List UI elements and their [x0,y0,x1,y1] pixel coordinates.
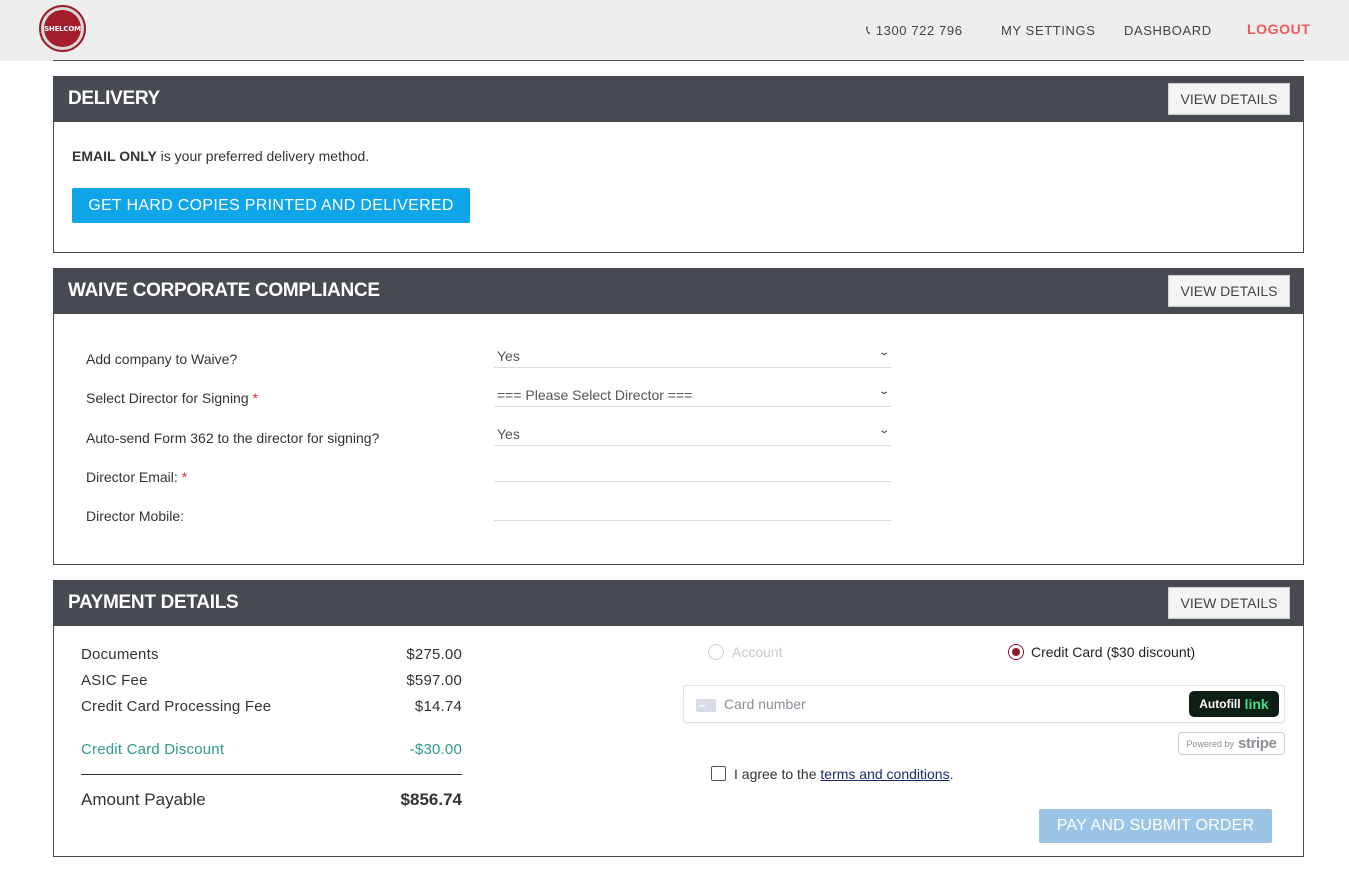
nav-dashboard[interactable]: DASHBOARD [1124,0,1212,61]
delivery-title: DELIVERY [68,88,160,109]
account-radio-label[interactable]: Account [732,644,783,660]
amount-payable-label: Amount Payable [81,790,206,809]
fee-amount: $597.00 [406,672,462,689]
director-mobile-label: Director Mobile: [86,508,185,524]
agree-prefix: I agree to the [734,766,821,782]
discount-label: Credit Card Discount [81,741,225,758]
logo-text: SHELCOM [44,24,81,33]
payment-title: PAYMENT DETAILS [68,592,239,613]
delivery-method-suffix: is your preferred delivery method. [156,148,370,164]
header-divider [53,60,1304,61]
discount-row: Credit Card Discount -$30.00 [81,741,462,758]
add-company-select[interactable]: Yes ⌄ [494,344,892,368]
credit-card-radio-label[interactable]: Credit Card ($30 discount) [1031,644,1195,660]
shelcom-logo[interactable]: SHELCOM [39,5,86,52]
amount-payable-row: Amount Payable $856.74 [81,790,462,810]
director-email-field[interactable] [494,458,892,482]
phone-number: 1300 722 796 [875,23,963,38]
waive-panel-header: WAIVE CORPORATE COMPLIANCE VIEW DETAILS [54,269,1303,314]
autosend-select[interactable]: Yes ⌄ [494,422,892,446]
discount-amount: -$30.00 [409,741,462,758]
total-divider [81,774,462,775]
phone-icon: 📞︎ [866,23,871,37]
agree-suffix: . [949,766,954,782]
credit-card-radio[interactable] [1008,644,1024,660]
link-label: link [1244,696,1269,712]
payment-panel-header: PAYMENT DETAILS VIEW DETAILS [54,581,1303,626]
stripe-logo: stripe [1238,735,1277,752]
delivery-view-details-button[interactable]: VIEW DETAILS [1168,83,1290,115]
delivery-panel-header: DELIVERY VIEW DETAILS [54,77,1303,122]
nav-logout[interactable]: LOGOUT [1247,0,1310,59]
terms-agreement: I agree to the terms and conditions. [734,766,953,782]
terms-link[interactable]: terms and conditions [820,766,949,782]
fee-amount: $14.74 [414,698,462,715]
powered-by-stripe[interactable]: Powered by stripe [1178,732,1285,755]
top-bar: SHELCOM 📞︎ 1300 722 796 MY SETTINGS DASH… [0,0,1349,61]
director-label-text: Select Director for Signing [86,390,253,406]
director-email-label: Director Email: * [86,469,187,485]
waive-title: WAIVE CORPORATE COMPLIANCE [68,280,380,301]
delivery-panel: DELIVERY VIEW DETAILS EMAIL ONLY is your… [53,76,1304,253]
chevron-down-icon: ⌄ [877,347,890,358]
powered-by-text: Powered by [1186,738,1235,749]
fee-row-documents: Documents $275.00 [81,646,462,663]
director-select[interactable]: === Please Select Director === ⌄ [494,383,892,407]
nav-phone[interactable]: 📞︎ 1300 722 796 [866,0,963,61]
chevron-down-icon: ⌄ [877,386,890,397]
add-company-label: Add company to Waive? [86,351,238,367]
fee-row-processing: Credit Card Processing Fee $14.74 [81,698,462,715]
autofill-label: Autofill [1199,697,1241,711]
terms-checkbox[interactable] [711,766,726,781]
autosend-value: Yes [497,425,520,442]
hard-copies-button[interactable]: GET HARD COPIES PRINTED AND DELIVERED [72,188,470,223]
pay-and-submit-button[interactable]: PAY AND SUBMIT ORDER [1039,809,1272,843]
fee-label: Documents [81,646,159,663]
waive-view-details-button[interactable]: VIEW DETAILS [1168,275,1290,307]
add-company-value: Yes [497,347,520,364]
card-number-placeholder: Card number [724,696,806,712]
fee-amount: $275.00 [406,646,462,663]
waive-compliance-panel: WAIVE CORPORATE COMPLIANCE VIEW DETAILS … [53,268,1304,565]
delivery-method-name: EMAIL ONLY [72,148,157,164]
fee-row-asic: ASIC Fee $597.00 [81,672,462,689]
account-radio[interactable] [708,644,724,660]
delivery-method-text: EMAIL ONLY is your preferred delivery me… [72,148,369,164]
director-email-label-text: Director Email: [86,469,182,485]
chevron-down-icon: ⌄ [877,425,890,436]
fee-label: Credit Card Processing Fee [81,698,272,715]
director-label: Select Director for Signing * [86,390,258,406]
required-mark: * [252,390,258,406]
logo-badge: SHELCOM [44,10,81,47]
autosend-label: Auto-send Form 362 to the director for s… [86,430,380,446]
credit-card-icon [696,699,716,712]
required-mark: * [181,469,188,485]
director-mobile-field[interactable] [494,497,892,521]
autofill-link-button[interactable]: Autofill link [1189,691,1279,717]
card-number-field[interactable]: Card number Autofill link [683,685,1285,723]
payment-details-panel: PAYMENT DETAILS VIEW DETAILS Documents $… [53,580,1304,857]
nav-my-settings[interactable]: MY SETTINGS [1001,0,1095,61]
fee-label: ASIC Fee [81,672,148,689]
payment-view-details-button[interactable]: VIEW DETAILS [1168,587,1290,619]
director-value: === Please Select Director === [497,386,693,403]
amount-payable-value: $856.74 [400,790,462,809]
